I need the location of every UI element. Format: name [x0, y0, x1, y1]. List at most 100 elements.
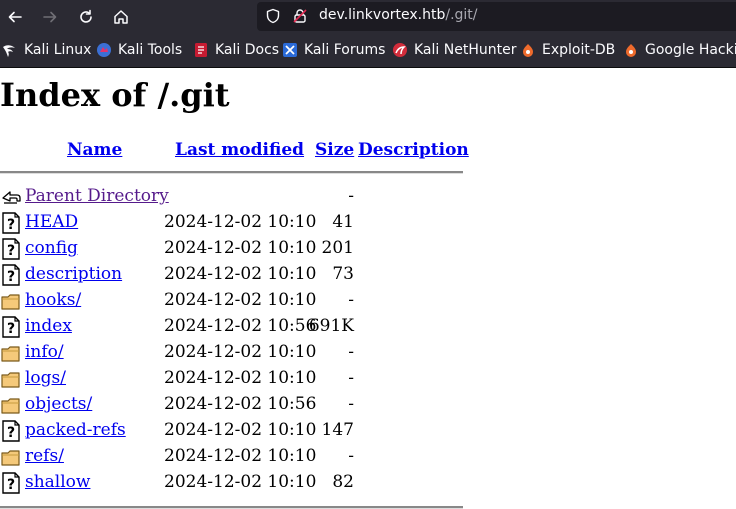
- file-link[interactable]: index: [25, 316, 72, 336]
- file-row: ? shallow 2024-12-02 10:10 82: [0, 470, 463, 496]
- page-content: Index of /.git Name Last modified Size D…: [0, 68, 736, 509]
- file-row: objects/2024-12-02 10:56 -: [0, 392, 463, 418]
- file-size: 82: [332, 472, 354, 492]
- column-header-last-modified[interactable]: Last modified: [175, 140, 304, 160]
- bookmark-label: Kali Linux: [24, 42, 92, 58]
- kali-dragon-icon: [3, 45, 15, 57]
- file-modified: 2024-12-02 10:10: [164, 472, 317, 492]
- folder-icon: [1, 372, 20, 388]
- svg-text:?: ?: [7, 425, 15, 441]
- home-button[interactable]: [108, 4, 134, 30]
- unknown-file-icon: ?: [2, 316, 20, 338]
- svg-text:?: ?: [7, 243, 15, 259]
- bookmark-label: Google Hacking DB: [645, 42, 736, 58]
- page-title: Index of /.git: [0, 76, 230, 114]
- back-arrow-icon: [2, 191, 21, 204]
- file-link[interactable]: HEAD: [25, 212, 78, 232]
- file-modified: 2024-12-02 10:10: [164, 264, 317, 284]
- home-icon: [114, 10, 128, 24]
- file-modified: 2024-12-02 10:10: [164, 238, 317, 258]
- file-link[interactable]: packed-refs: [25, 420, 126, 440]
- bookmark-label: Exploit-DB: [542, 42, 616, 58]
- file-size: -: [348, 290, 354, 310]
- file-modified: 2024-12-02 10:10: [164, 290, 317, 310]
- file-link[interactable]: description: [25, 264, 122, 284]
- file-modified: 2024-12-02 10:10: [164, 342, 317, 362]
- nethunter-icon: [393, 43, 407, 57]
- ghdb-icon: [626, 44, 636, 57]
- file-link[interactable]: shallow: [25, 472, 90, 492]
- file-link[interactable]: info/: [25, 342, 64, 362]
- file-modified: 2024-12-02 10:10: [164, 368, 317, 388]
- bookmark-kali-forums[interactable]: Kali Forums: [282, 41, 385, 59]
- bookmark-exploit-db[interactable]: Exploit-DB: [520, 41, 615, 59]
- bookmark-kali-docs[interactable]: Kali Docs: [193, 41, 279, 59]
- column-header-name[interactable]: Name: [67, 140, 122, 160]
- folder-icon: [1, 450, 20, 466]
- url-text[interactable]: dev.linkvortex.htb/.git/: [319, 7, 478, 23]
- bookmark-kali-tools[interactable]: Kali Tools: [96, 41, 182, 59]
- url-host: dev.linkvortex.htb: [319, 7, 446, 23]
- forward-button[interactable]: [37, 4, 63, 30]
- parent-directory-row: Parent Directory -: [0, 184, 463, 210]
- exploit-db-icon: [523, 44, 533, 57]
- file-modified: 2024-12-02 10:10: [164, 212, 317, 232]
- file-modified: 2024-12-02 10:10: [164, 446, 317, 466]
- svg-text:?: ?: [7, 269, 15, 285]
- svg-text:?: ?: [7, 217, 15, 233]
- folder-icon: [1, 294, 20, 310]
- unknown-file-icon: ?: [2, 238, 20, 260]
- file-row: ? index 2024-12-02 10:56 691K: [0, 314, 463, 340]
- arrow-right-icon: [43, 11, 57, 23]
- bookmark-ghdb[interactable]: Google Hacking DB: [623, 41, 736, 59]
- column-header-description[interactable]: Description: [358, 140, 469, 160]
- file-size: -: [348, 446, 354, 466]
- arrow-left-icon: [8, 11, 22, 23]
- back-button[interactable]: [2, 4, 28, 30]
- file-link[interactable]: hooks/: [25, 290, 81, 310]
- file-row: ? description 2024-12-02 10:10 73: [0, 262, 463, 288]
- bookmark-kali-nethunter[interactable]: Kali NetHunter: [392, 41, 516, 59]
- bookmark-label: Kali Docs: [215, 42, 280, 58]
- file-link[interactable]: objects/: [25, 394, 92, 414]
- file-row: ? HEAD 2024-12-02 10:10 41: [0, 210, 463, 236]
- file-size: 73: [332, 264, 354, 284]
- unknown-file-icon: ?: [2, 472, 20, 494]
- bookmark-label: Kali NetHunter: [414, 42, 517, 58]
- address-bar[interactable]: dev.linkvortex.htb/.git/: [257, 2, 736, 31]
- bookmarks-toolbar: Kali Linux Kali Tools Kali Docs Kali For…: [0, 33, 736, 68]
- file-link[interactable]: config: [25, 238, 78, 258]
- file-row: refs/2024-12-02 10:10 -: [0, 444, 463, 470]
- browser-toolbar: dev.linkvortex.htb/.git/: [0, 0, 736, 33]
- file-link[interactable]: refs/: [25, 446, 64, 466]
- file-modified: 2024-12-02 10:56: [164, 394, 317, 414]
- unknown-file-icon: ?: [2, 264, 20, 286]
- svg-text:?: ?: [7, 477, 15, 493]
- file-size: -: [348, 342, 354, 362]
- svg-text:?: ?: [7, 321, 15, 337]
- kali-docs-icon: [195, 43, 207, 57]
- unknown-file-icon: ?: [2, 420, 20, 442]
- file-size: 41: [332, 212, 354, 232]
- file-modified: 2024-12-02 10:56: [164, 316, 317, 336]
- parent-directory-link[interactable]: Parent Directory: [25, 186, 169, 206]
- insecure-lock-icon[interactable]: [292, 8, 308, 24]
- folder-icon: [1, 346, 20, 362]
- file-row: ? config 2024-12-02 10:10 201: [0, 236, 463, 262]
- column-header-size[interactable]: Size: [315, 140, 354, 160]
- file-row: logs/2024-12-02 10:10 -: [0, 366, 463, 392]
- reload-button[interactable]: [73, 4, 99, 30]
- bookmark-kali-linux[interactable]: Kali Linux: [2, 41, 91, 59]
- file-size: -: [348, 186, 354, 206]
- header-divider: [0, 171, 463, 174]
- file-row: ? packed-refs 2024-12-02 10:10 147: [0, 418, 463, 444]
- file-size: -: [348, 368, 354, 388]
- file-link[interactable]: logs/: [25, 368, 66, 388]
- file-row: info/2024-12-02 10:10 -: [0, 340, 463, 366]
- file-row: hooks/2024-12-02 10:10 -: [0, 288, 463, 314]
- bookmark-label: Kali Forums: [304, 42, 386, 58]
- file-size: 201: [321, 238, 354, 258]
- kali-tools-icon: [97, 43, 111, 57]
- bookmark-label: Kali Tools: [118, 42, 183, 58]
- shield-icon[interactable]: [265, 8, 281, 24]
